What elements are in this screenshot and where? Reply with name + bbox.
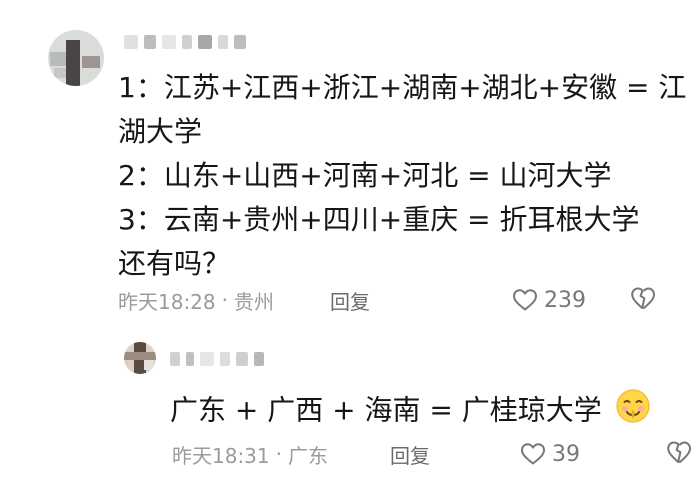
shush-face-emoji-icon bbox=[615, 388, 651, 435]
comment-line: 3：云南+贵州+四川+重庆 = 折耳根大学 bbox=[118, 203, 640, 236]
comment-line: 湖大学 bbox=[118, 115, 203, 148]
heart-outline-icon bbox=[513, 289, 537, 311]
broken-heart-outline-icon bbox=[667, 441, 691, 463]
comment-time: 昨天18:28 bbox=[118, 289, 216, 314]
comment-line: 2：山东+山西+河南+河北 = 山河大学 bbox=[118, 159, 612, 192]
comment-line: 还有吗？ bbox=[118, 247, 231, 280]
comment-location: 贵州 bbox=[234, 289, 274, 314]
reply-time: 昨天18:31 bbox=[172, 443, 270, 468]
like-button[interactable]: 239 bbox=[512, 284, 586, 316]
like-count: 39 bbox=[552, 441, 580, 467]
avatar[interactable] bbox=[48, 30, 104, 86]
reply-button[interactable]: 回复 bbox=[330, 286, 370, 315]
separator-dot: · bbox=[275, 442, 282, 466]
like-count: 239 bbox=[544, 287, 586, 313]
separator-dot: · bbox=[221, 288, 228, 312]
comment-meta: 昨天18:28 · 贵州 回复 239 bbox=[118, 284, 678, 316]
comment-line: 1：江苏+江西+浙江+湖南+湖北+安徽 = 江 bbox=[118, 71, 687, 104]
dislike-button[interactable] bbox=[666, 440, 692, 471]
heart-outline-icon bbox=[521, 443, 545, 465]
reply-location: 广东 bbox=[288, 443, 328, 468]
dislike-button[interactable] bbox=[630, 286, 656, 317]
reply-text: 广东 + 广西 + 海南 = 广桂琼大学 bbox=[170, 388, 690, 435]
reply-text-content: 广东 + 广西 + 海南 = 广桂琼大学 bbox=[170, 393, 602, 427]
reply-meta: 昨天18:31 · 广东 回复 39 bbox=[172, 438, 691, 470]
broken-heart-outline-icon bbox=[631, 287, 655, 309]
comment-text: 1：江苏+江西+浙江+湖南+湖北+安徽 = 江 湖大学 2：山东+山西+河南+河… bbox=[118, 66, 687, 286]
like-button[interactable]: 39 bbox=[520, 438, 580, 470]
reply-button[interactable]: 回复 bbox=[390, 440, 430, 469]
username-blurred[interactable] bbox=[170, 352, 264, 366]
reply-comment: 广东 + 广西 + 海南 = 广桂琼大学 昨天18:31 · 广东 回复 39 bbox=[0, 330, 700, 480]
username-blurred[interactable] bbox=[124, 34, 246, 50]
comment-main: 1：江苏+江西+浙江+湖南+湖北+安徽 = 江 湖大学 2：山东+山西+河南+河… bbox=[0, 0, 700, 330]
avatar[interactable] bbox=[124, 342, 156, 374]
